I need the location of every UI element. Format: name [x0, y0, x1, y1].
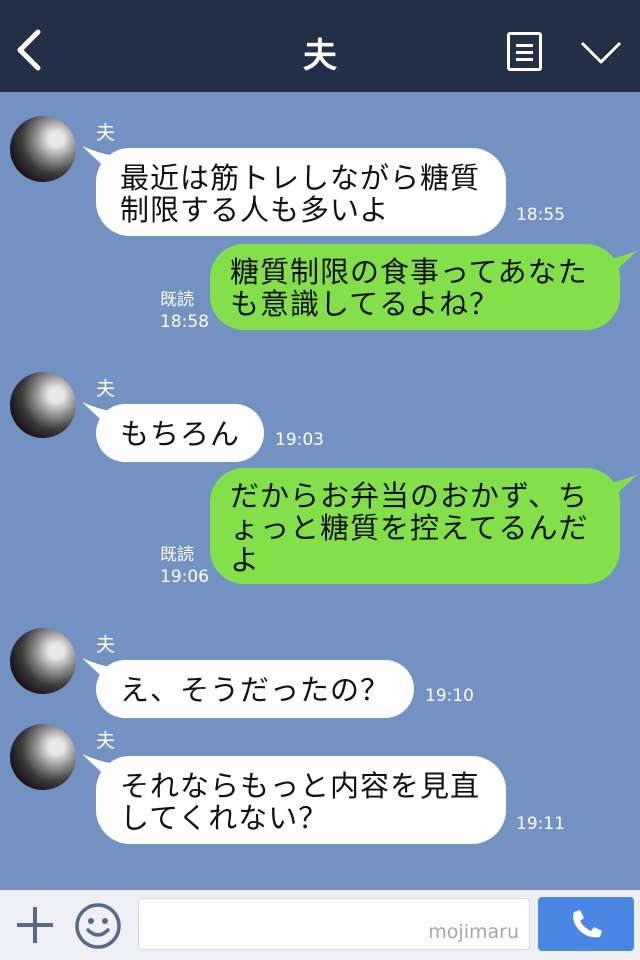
read-receipt: 既読 18:58 [160, 290, 209, 332]
message-time: 19:10 [425, 686, 474, 706]
sender-name: 夫 [96, 378, 116, 400]
chevron-down-icon[interactable] [580, 40, 622, 66]
avatar[interactable] [10, 628, 76, 694]
chat-header: 夫 [0, 0, 640, 92]
phone-icon [573, 910, 602, 938]
message-input[interactable]: mojimaru [138, 898, 530, 950]
message-time: 19:11 [516, 814, 565, 834]
read-receipt: 既読 19:06 [160, 545, 209, 587]
input-bar: mojimaru [0, 890, 640, 960]
chat-title: 夫 [303, 36, 337, 76]
bubble-tail [604, 474, 638, 502]
chat-area[interactable]: 夫 最近は筋トレしながら糖質 制限する人も多いよ 18:55 既読 18:58 … [0, 92, 640, 890]
menu-icon[interactable] [507, 32, 542, 71]
avatar[interactable] [10, 372, 76, 438]
message-bubble[interactable]: え、そうだったの？ [96, 660, 414, 718]
message-bubble[interactable]: だからお弁当のおかず、ち ょっと糖質を控えてるんだ よ [210, 468, 620, 584]
message-bubble[interactable]: それならもっと内容を見直 してくれない？ [96, 756, 506, 844]
bubble-tail [604, 250, 638, 278]
plus-icon[interactable] [14, 904, 56, 946]
message-time: 19:03 [275, 430, 324, 450]
call-button[interactable] [538, 897, 634, 951]
message-bubble[interactable]: 糖質制限の食事ってあなた も意識してるよね？ [210, 244, 620, 330]
message-bubble[interactable]: 最近は筋トレしながら糖質 制限する人も多いよ [96, 148, 506, 236]
message-bubble[interactable]: もちろん [96, 404, 264, 462]
avatar[interactable] [10, 724, 76, 790]
watermark: mojimaru [428, 921, 519, 943]
message-time: 18:55 [516, 205, 565, 225]
sender-name: 夫 [96, 634, 116, 656]
smiley-icon[interactable] [74, 902, 122, 950]
sender-name: 夫 [96, 122, 116, 144]
sender-name: 夫 [96, 730, 116, 752]
avatar[interactable] [10, 116, 76, 182]
